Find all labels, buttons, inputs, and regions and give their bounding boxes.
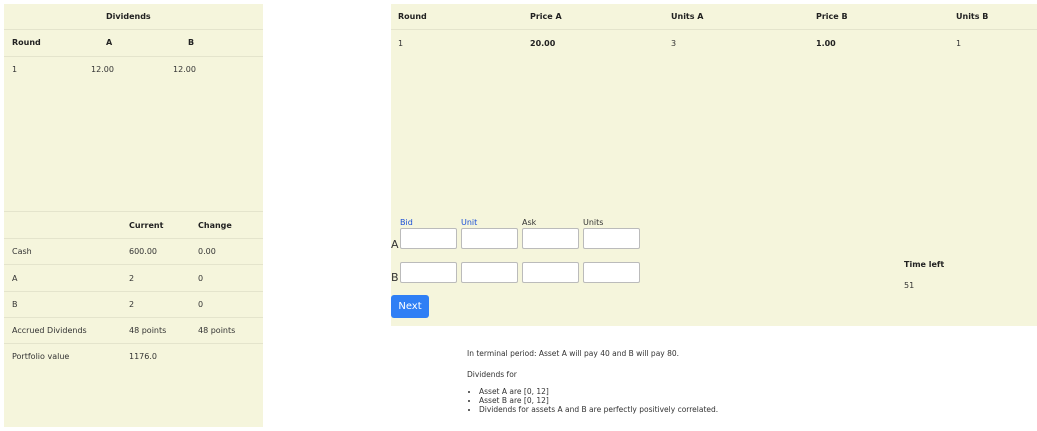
row-change: 0 bbox=[198, 300, 204, 309]
header-round: Round bbox=[398, 12, 427, 21]
row-label: B bbox=[12, 300, 18, 309]
header-a: A bbox=[106, 38, 113, 47]
ask-units-b-input[interactable] bbox=[583, 262, 640, 283]
portfolio-row-cash: Cash 600.00 0.00 bbox=[4, 238, 263, 265]
terminal-info: In terminal period: Asset A will pay 40 … bbox=[467, 349, 680, 358]
dividends-header-row: Round A B bbox=[4, 29, 263, 57]
label-bid: Bid bbox=[400, 218, 413, 227]
row-label-b: B bbox=[391, 271, 399, 284]
row-current: 48 points bbox=[129, 326, 167, 335]
dividend-info-list: Asset A are [0, 12] Asset B are [0, 12] … bbox=[467, 387, 718, 414]
ask-units-a-input[interactable] bbox=[583, 228, 640, 249]
portfolio-row-value: Portfolio value 1176.0 bbox=[4, 344, 263, 369]
ask-a-input[interactable] bbox=[522, 228, 579, 249]
dividend-a: 12.00 bbox=[91, 65, 114, 74]
market-units-a: 3 bbox=[671, 38, 677, 48]
portfolio-row-accrued: Accrued Dividends 48 points 48 points bbox=[4, 318, 263, 344]
row-label-a: A bbox=[391, 238, 399, 251]
label-ask: Ask bbox=[522, 218, 537, 227]
header-price-a: Price A bbox=[530, 12, 562, 21]
time-left-value: 51 bbox=[904, 281, 915, 290]
label-units: Units bbox=[583, 218, 604, 227]
row-change: 48 points bbox=[198, 326, 236, 335]
portfolio-header-row: Current Change bbox=[4, 211, 263, 239]
header-round: Round bbox=[12, 38, 41, 47]
list-item: Asset B are [0, 12] bbox=[479, 396, 718, 405]
dividend-round: 1 bbox=[12, 65, 18, 74]
market-units-b: 1 bbox=[956, 38, 962, 48]
portfolio-row-a: A 2 0 bbox=[4, 265, 263, 292]
dividend-b: 12.00 bbox=[173, 65, 196, 74]
bid-units-a-input[interactable] bbox=[461, 228, 518, 249]
header-b: B bbox=[188, 38, 195, 47]
header-change: Change bbox=[198, 220, 232, 230]
row-change: 0.00 bbox=[198, 246, 216, 256]
market-row: 1 20.00 3 1.00 1 bbox=[391, 30, 1037, 56]
header-units-a: Units A bbox=[671, 12, 704, 21]
next-button[interactable]: Next bbox=[391, 295, 429, 318]
row-current: 600.00 bbox=[129, 246, 157, 256]
bid-units-b-input[interactable] bbox=[461, 262, 518, 283]
row-label: A bbox=[12, 273, 18, 283]
row-label: Accrued Dividends bbox=[12, 326, 87, 335]
row-change: 0 bbox=[198, 273, 204, 283]
ask-b-input[interactable] bbox=[522, 262, 579, 283]
header-price-b: Price B bbox=[816, 12, 848, 21]
label-unit: Unit bbox=[461, 218, 478, 227]
header-current: Current bbox=[129, 220, 164, 230]
bid-a-input[interactable] bbox=[400, 228, 457, 249]
portfolio-row-b: B 2 0 bbox=[4, 292, 263, 318]
market-header-row: Round Price A Units A Price B Units B bbox=[391, 4, 1037, 30]
row-current: 1176.0 bbox=[129, 352, 157, 361]
market-round: 1 bbox=[398, 38, 404, 48]
dividends-for: Dividends for bbox=[467, 370, 517, 379]
left-panel: Dividends Round A B 1 12.00 12.00 Curren… bbox=[4, 4, 263, 427]
dividends-title-row: Dividends bbox=[4, 4, 263, 30]
row-label: Cash bbox=[12, 246, 32, 256]
row-current: 2 bbox=[129, 300, 135, 309]
market-price-a: 20.00 bbox=[530, 38, 556, 48]
list-item: Asset A are [0, 12] bbox=[479, 387, 718, 396]
dividends-title: Dividends bbox=[106, 12, 151, 21]
list-item: Dividends for assets A and B are perfect… bbox=[479, 405, 718, 414]
bid-b-input[interactable] bbox=[400, 262, 457, 283]
market-panel: Round Price A Units A Price B Units B 1 … bbox=[391, 4, 1037, 326]
row-current: 2 bbox=[129, 273, 135, 283]
time-left-label: Time left bbox=[904, 260, 945, 269]
row-label: Portfolio value bbox=[12, 352, 70, 361]
dividends-row: 1 12.00 12.00 bbox=[4, 56, 263, 83]
header-units-b: Units B bbox=[956, 12, 989, 21]
market-price-b: 1.00 bbox=[816, 38, 836, 48]
